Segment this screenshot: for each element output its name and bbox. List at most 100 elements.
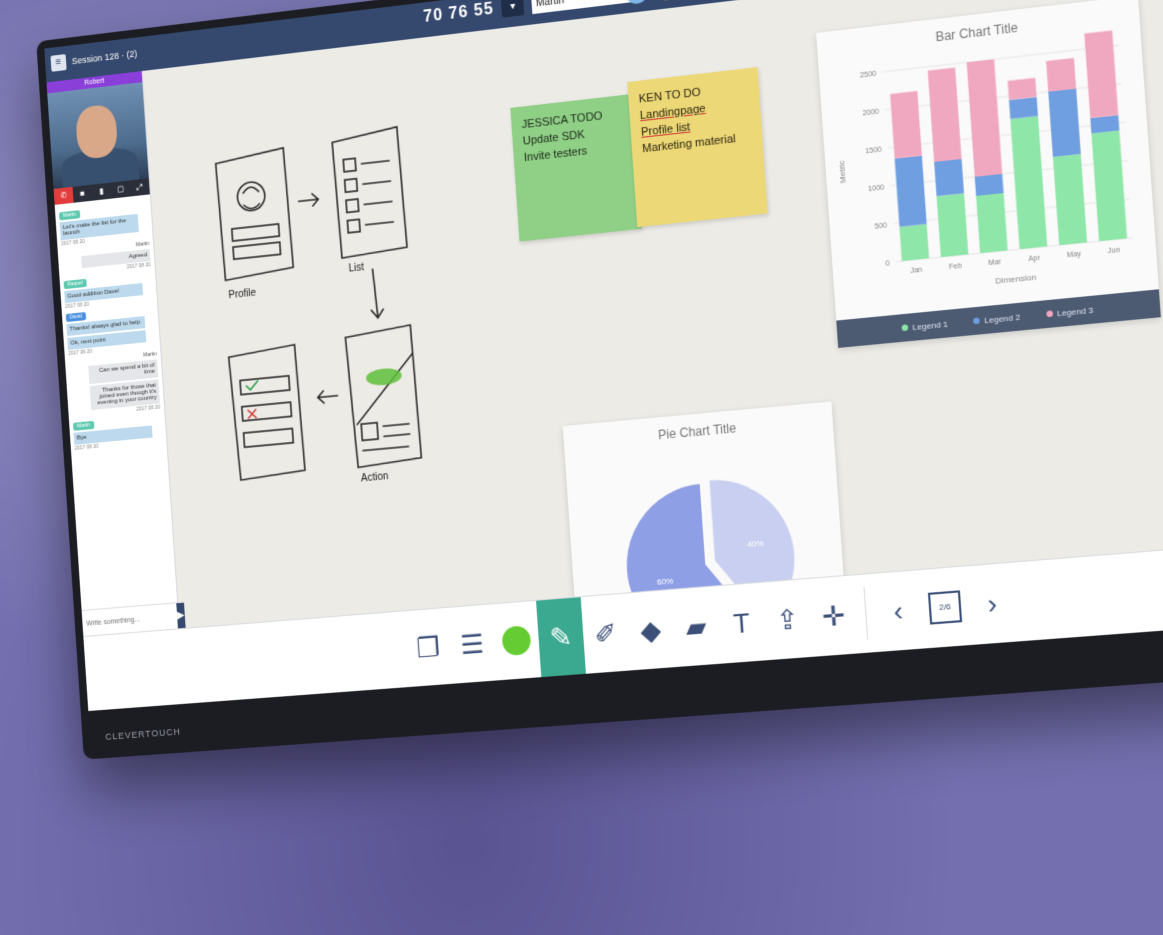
legend-label: Legend 2 <box>983 311 1021 325</box>
text-icon[interactable]: T <box>716 583 767 664</box>
legend-dot <box>1045 310 1053 318</box>
legend-label: Legend 1 <box>911 318 949 332</box>
bar-segment <box>1084 30 1119 119</box>
sketch-profile-avatar <box>237 181 266 212</box>
menu-icon[interactable]: ☰ <box>448 604 497 683</box>
bar-segment <box>1007 77 1037 100</box>
share-icon[interactable]: ⇪ <box>762 579 813 660</box>
bar-chart: 0 500 1000 1500 2000 2500 Jan Feb Mar Apr May Jun Di… <box>837 30 1158 286</box>
mic-icon[interactable]: ▮ <box>92 183 112 201</box>
y-tick-label: 500 <box>874 222 887 231</box>
sticky-note-yellow[interactable]: KEN TO DO Landingpage Profile list Marke… <box>627 67 768 228</box>
y-tick-label: 2500 <box>860 70 877 79</box>
page-indicator[interactable]: 2/6 <box>919 566 972 648</box>
legend-label: Legend 3 <box>1056 304 1094 318</box>
app-menu-icon[interactable]: ≡ <box>50 54 67 72</box>
camera-icon[interactable]: ■ <box>73 185 93 203</box>
bar-segment <box>936 193 969 258</box>
pie-chart-legend: Situation Interest <box>581 679 853 712</box>
end-call-icon[interactable]: ✆ <box>53 186 74 205</box>
gridline <box>883 45 1120 72</box>
sketch-profile-screen <box>215 148 293 281</box>
stage: ≡ Session 128 · (2) 70 76 55 ▾ KVLDDK ❐ … <box>0 0 1163 935</box>
bar-segment <box>1052 153 1088 246</box>
screen-share-icon[interactable]: ▢ <box>111 180 131 198</box>
x-axis-label: Dimension <box>995 272 1036 286</box>
bar-segment <box>1091 130 1128 242</box>
bar-segment <box>934 159 965 197</box>
legend-dot <box>973 317 981 325</box>
bar-segment <box>927 67 962 162</box>
legend-dot <box>901 324 909 332</box>
next-page-icon[interactable]: › <box>966 563 1019 645</box>
copy-icon[interactable]: ❐ <box>404 608 453 687</box>
sketch-label-list: List <box>348 261 365 275</box>
legend-label: Interest <box>740 694 770 706</box>
room-code: 70 76 55 <box>422 0 495 27</box>
bar-segment <box>1010 116 1048 250</box>
bar-segment <box>966 59 1003 177</box>
bar-segment <box>890 90 922 159</box>
bar-segment <box>899 224 930 262</box>
bar-segment <box>974 173 1004 196</box>
bar-segment <box>1090 115 1120 134</box>
bar-segment <box>1048 88 1081 157</box>
legend-item: Legend 2 <box>973 311 1021 326</box>
session-label: Session 128 · (2) <box>71 48 138 67</box>
x-tick-label: Apr <box>1028 255 1041 264</box>
bar-chart-card[interactable]: Bar Chart Title 0 500 1000 1500 2000 2500 Jan F… <box>816 0 1161 348</box>
whiteboard-canvas[interactable]: Profile List Action JESSICA TODO Update … <box>142 0 1163 712</box>
sketch-list-screen <box>332 127 408 259</box>
legend-label: Situation <box>673 698 707 711</box>
wireframe-sketches[interactable] <box>204 105 488 537</box>
x-tick-label: Jun <box>1107 247 1120 256</box>
page-indicator-label: 2/6 <box>927 590 963 625</box>
sketch-form-screen <box>228 344 305 480</box>
sticky-note-icon[interactable]: ▰ <box>671 586 722 667</box>
legend-item: Situation <box>663 699 706 711</box>
chevron-down-icon[interactable]: ▾ <box>501 0 525 18</box>
pie-slice-label: 40% <box>747 539 764 550</box>
x-tick-label: Jan <box>910 266 923 275</box>
pen-icon[interactable]: ✎ <box>536 597 586 678</box>
chat-sender-tag: Raquel <box>63 278 87 290</box>
sketch-highlight <box>365 366 403 387</box>
bar-segment <box>1008 96 1039 120</box>
expand-icon[interactable]: ⤢ <box>130 178 150 196</box>
color-swatch <box>501 625 532 657</box>
y-tick-label: 2000 <box>862 108 879 117</box>
sketch-arrow-right <box>298 193 318 207</box>
prev-page-icon[interactable]: ‹ <box>872 570 924 652</box>
legend-dot <box>730 698 738 705</box>
participant-avatar[interactable] <box>624 0 649 5</box>
bar-segment <box>976 193 1008 254</box>
x-tick-label: May <box>1066 250 1081 259</box>
legend-item: Legend 1 <box>901 319 948 333</box>
sticky-note-green[interactable]: JESSICA TODO Update SDK Invite testers <box>510 94 642 242</box>
pie-slice-label: 60% <box>657 576 674 587</box>
color-picker[interactable] <box>492 601 542 681</box>
session-info: ≡ Session 128 · (2) <box>50 45 138 72</box>
brand-logo: CLEVERTOUCH <box>104 726 182 742</box>
legend-dot <box>663 703 670 710</box>
gridline <box>896 238 1133 262</box>
x-tick-label: Feb <box>949 262 963 271</box>
name-field[interactable] <box>531 0 638 15</box>
legend-item: Legend 3 <box>1045 304 1094 319</box>
participant-avatar[interactable]: K <box>655 0 680 2</box>
video-feed <box>47 82 149 189</box>
toolbar-divider <box>863 587 869 641</box>
gridline <box>893 199 1130 223</box>
move-icon[interactable]: ✛ <box>808 575 860 656</box>
sketch-arrow-left <box>317 390 337 404</box>
bar-segment <box>894 155 927 227</box>
x-tick-label: Mar <box>988 258 1002 267</box>
display-monitor: ≡ Session 128 · (2) 70 76 55 ▾ KVLDDK ❐ … <box>36 0 1163 760</box>
chat-sender-tag: Martin <box>72 420 95 431</box>
bar-segment <box>1046 57 1077 92</box>
gridline <box>885 84 1122 110</box>
eraser-icon[interactable]: ◆ <box>626 590 676 670</box>
whiteboard-screen: ≡ Session 128 · (2) 70 76 55 ▾ KVLDDK ❐ … <box>44 0 1163 712</box>
marker-icon[interactable]: ✐ <box>581 594 631 674</box>
gridline <box>891 161 1128 186</box>
